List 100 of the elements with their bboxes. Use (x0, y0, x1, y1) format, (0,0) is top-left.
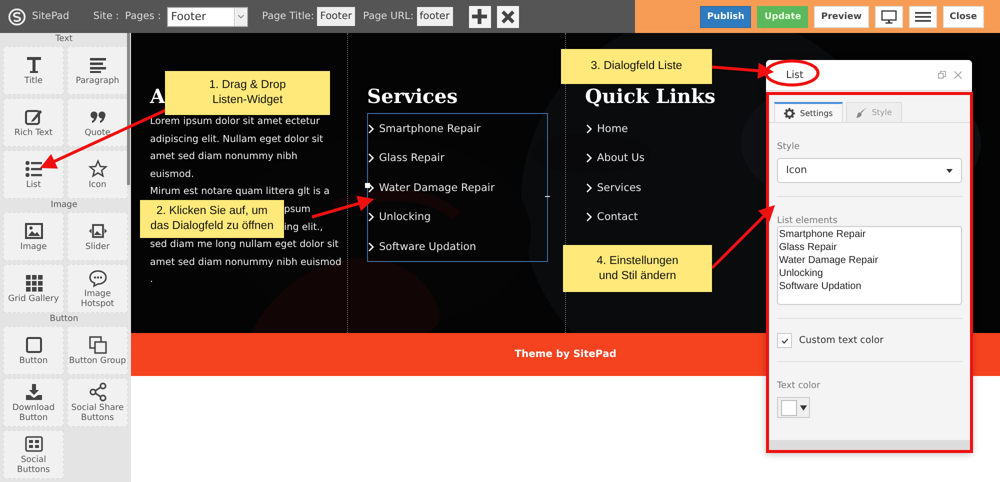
body-text: adipiscing elit. Nullam eget dolor sit (150, 134, 324, 145)
callout-note: 4. Einstellungen und Stil ändern (563, 245, 712, 292)
resize-handle[interactable] (545, 196, 550, 197)
menu-icon (914, 10, 931, 22)
add-page-button[interactable] (468, 6, 491, 28)
column-heading: Services (367, 85, 458, 109)
toolbar-button[interactable]: Close (942, 6, 984, 28)
callout-note: 1. Drag & Drop Listen-Widget (165, 71, 330, 115)
button-icon (24, 334, 44, 355)
pages-label: Pages : (125, 11, 161, 22)
chevron-icon (586, 212, 592, 222)
chevron-icon (368, 242, 374, 252)
pages-select[interactable]: Footer (166, 6, 248, 26)
caret-icon (800, 404, 807, 410)
page-title-field[interactable]: Footer (317, 7, 355, 26)
annotation-arrow (312, 196, 374, 218)
list-link[interactable]: About Us (597, 152, 645, 164)
monitor-icon (880, 10, 897, 24)
annotation-arrow (712, 62, 774, 79)
widget-button[interactable]: Quote (67, 98, 128, 147)
widget-button[interactable]: Grid Gallery (3, 264, 64, 313)
list-link[interactable]: Software Updation (379, 240, 476, 253)
app-name: SitePad (32, 11, 70, 22)
hotspot-icon (88, 268, 108, 288)
widget-button[interactable]: Button (3, 326, 64, 375)
page-title-label: Page Title: (262, 11, 314, 22)
selected-list-widget[interactable]: Smartphone Repair Glass Repair Water Damage Repair Unlocking Software Updation (367, 113, 548, 262)
widget-button[interactable]: Image (3, 212, 64, 261)
list-link[interactable]: Unlocking (379, 211, 431, 224)
close-icon (500, 10, 515, 24)
widget-button[interactable]: List (3, 150, 64, 199)
dialog-tab[interactable]: Settings (774, 102, 843, 122)
grid-icon (24, 272, 44, 293)
chevron-icon (368, 153, 374, 164)
annotation-arrow (710, 205, 775, 270)
list-link[interactable]: Services (597, 182, 642, 194)
section-title: Button (48, 313, 80, 326)
chevron-icon (368, 182, 374, 193)
delete-page-button[interactable] (496, 6, 519, 28)
column-heading: Quick Links (585, 85, 716, 109)
column-heading: A (150, 85, 166, 109)
widget-button[interactable]: Button Group (67, 326, 128, 375)
page-url-label: Page URL: (363, 11, 414, 22)
body-text: sed diam me long nullam eget dolor sit (150, 239, 339, 250)
callout-note: 2. Klicken Sie auf, um das Dialogfeld zu öffnen (140, 200, 284, 238)
desktop-view-button[interactable] (874, 6, 903, 28)
style-select[interactable]: Icon (777, 158, 962, 183)
chevron-icon (368, 124, 374, 134)
checkbox-label: Custom text color (799, 335, 884, 346)
checkbox[interactable] (777, 333, 792, 348)
list-link[interactable]: Contact (597, 211, 638, 224)
body-text: euismod. (150, 168, 194, 180)
widget-button[interactable]: Download Button (3, 378, 64, 427)
toolbar-button[interactable]: Publish (700, 6, 752, 28)
body-text: . (150, 274, 154, 286)
dropdown-arrow-icon (234, 8, 247, 26)
restore-icon[interactable] (938, 71, 946, 79)
theme-credit: Theme by SitePad (514, 349, 616, 360)
plus-icon (472, 9, 488, 24)
highlight-ellipse (764, 60, 820, 86)
share-icon (88, 382, 108, 402)
widget-button[interactable]: Title (3, 46, 64, 95)
image-icon (24, 220, 44, 241)
body-text: amet sed diam nonummy nibh (150, 151, 298, 162)
section-title: Text (54, 33, 74, 46)
body-text: Lorem ipsum dolor sit amet ectetur (150, 116, 320, 127)
page-url-field[interactable]: footer (416, 7, 453, 26)
star-icon (88, 158, 108, 179)
section-title: Image (50, 199, 78, 212)
scrollbar[interactable] (127, 33, 130, 185)
list-link[interactable]: Water Damage Repair (379, 182, 495, 194)
list-elements-field[interactable]: Smartphone Repair Glass Repair Water Damage Repair Unlocking Software Updation (777, 226, 962, 305)
list-icon (24, 158, 44, 179)
list-link[interactable]: Smartphone Repair (379, 122, 481, 135)
body-text: psum (284, 204, 311, 215)
caret-icon (946, 168, 953, 172)
widget-button[interactable]: Image Hotspot (67, 264, 128, 313)
body-text: amet sed diam nonummy nibh euismod (150, 256, 342, 268)
close-icon[interactable] (954, 71, 962, 79)
gear-icon (784, 108, 795, 118)
resize-handle[interactable] (365, 183, 370, 188)
widget-button[interactable]: Slider (67, 212, 128, 261)
list-link[interactable]: Home (597, 122, 628, 135)
widget-button[interactable]: Social Share Buttons (67, 378, 128, 427)
site-label: Site : (93, 11, 120, 22)
widget-button[interactable]: Paragraph (67, 46, 128, 95)
toolbar-button[interactable]: Preview (814, 6, 869, 28)
widget-button[interactable]: Icon (67, 150, 128, 199)
chevron-icon (586, 182, 592, 193)
buttongroup-icon (88, 334, 108, 355)
field-label: List elements (777, 216, 838, 226)
color-picker-button[interactable] (777, 397, 810, 418)
widget-button[interactable]: Social Buttons (3, 430, 64, 479)
list-link[interactable]: Glass Repair (379, 152, 444, 164)
callout-note: 3. Dialogfeld Liste (561, 49, 712, 84)
dialog-title: List (786, 70, 804, 80)
brush-icon (856, 107, 867, 118)
widget-button[interactable]: Rich Text (3, 98, 64, 147)
body-text: Mirum est notare quam littera glt is a (150, 186, 330, 198)
menu-button[interactable] (908, 6, 937, 28)
